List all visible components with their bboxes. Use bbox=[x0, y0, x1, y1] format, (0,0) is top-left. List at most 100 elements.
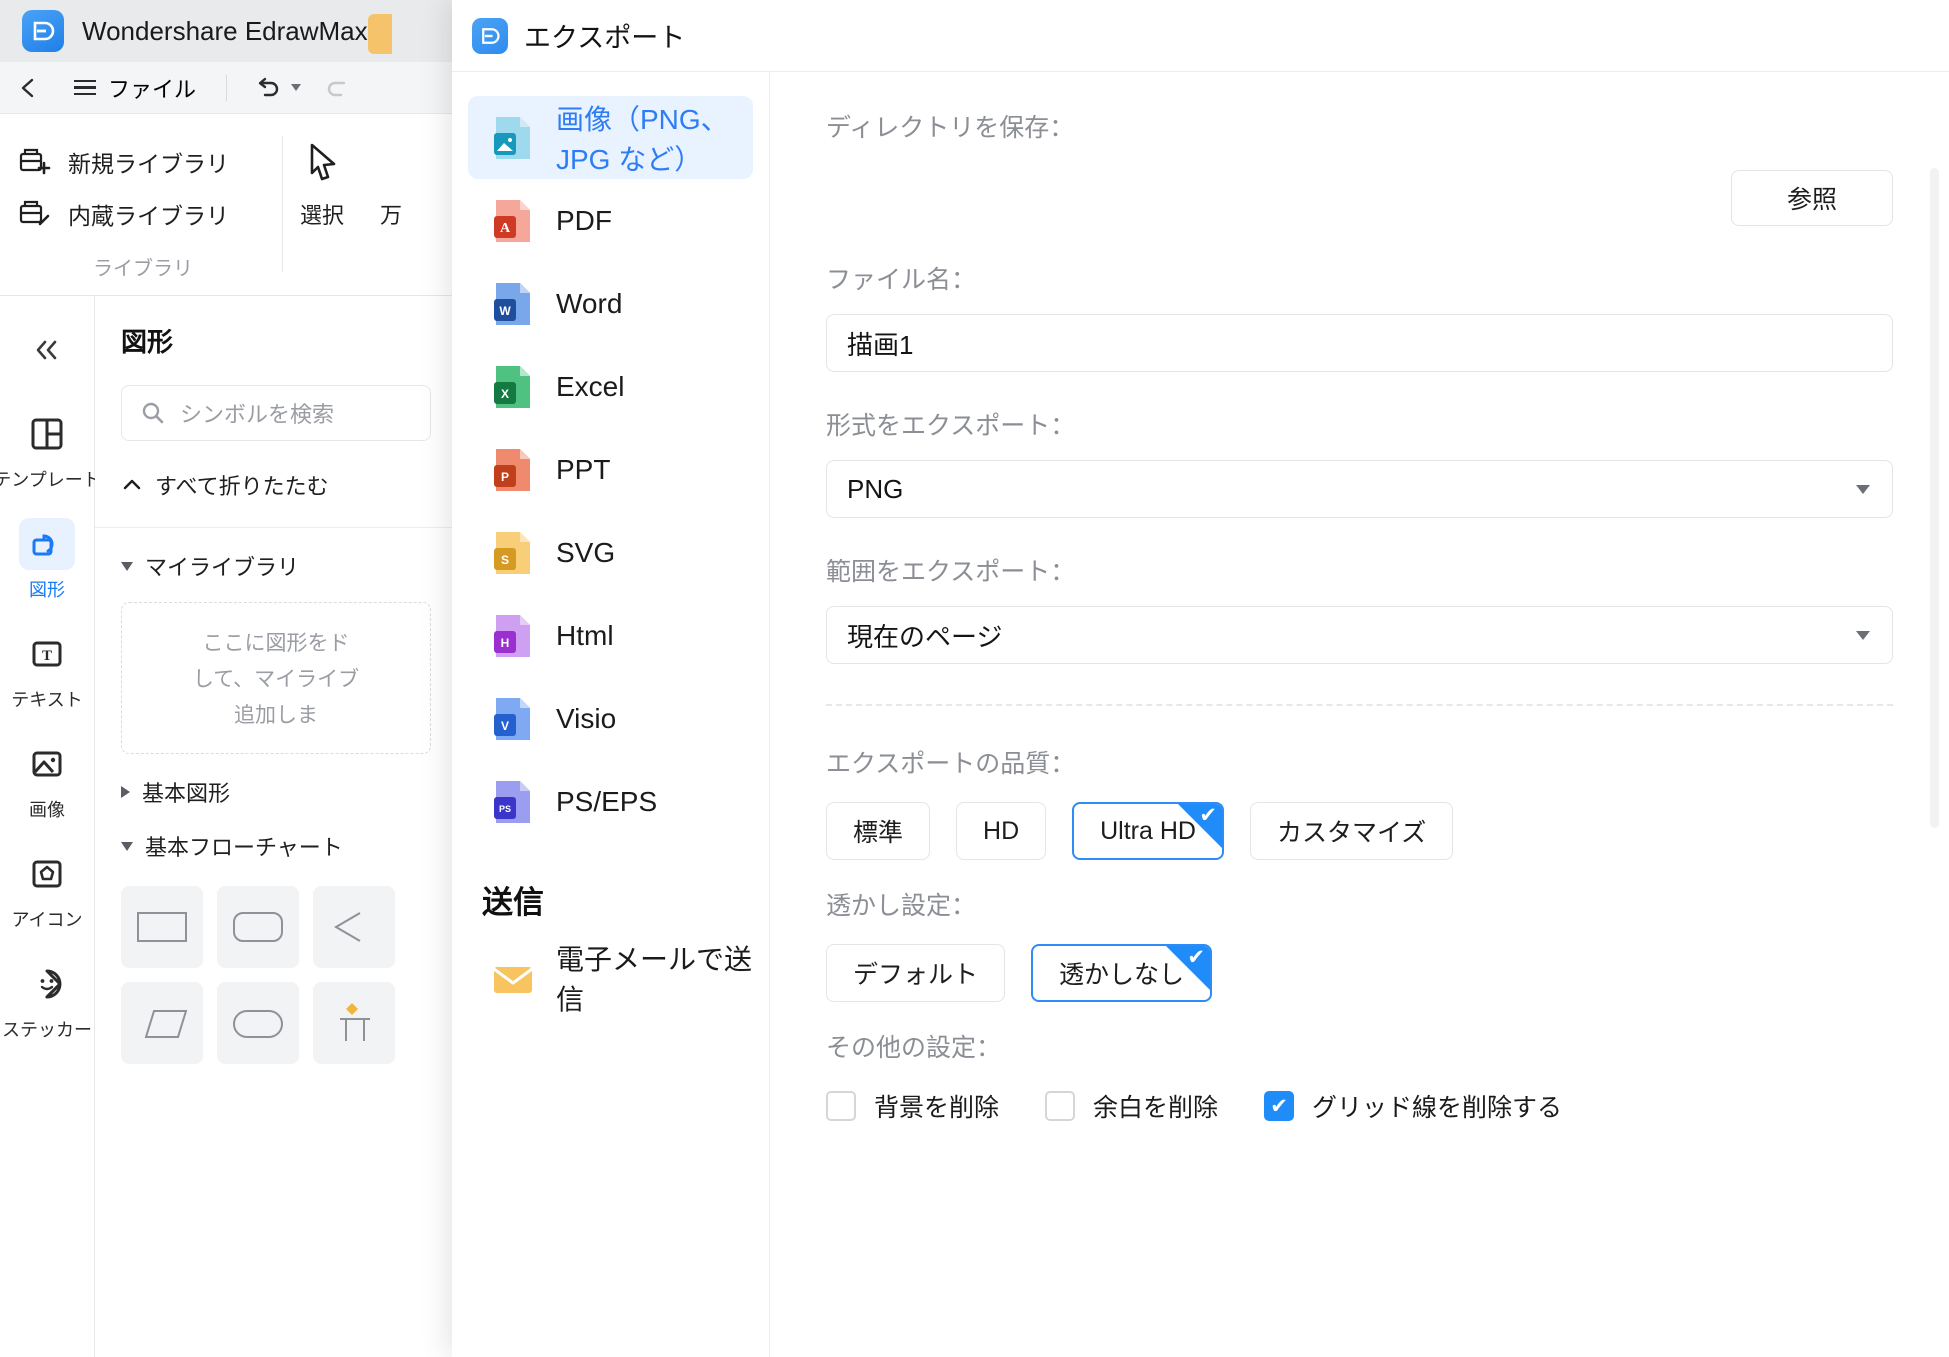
format-item-excel[interactable]: X Excel bbox=[468, 345, 753, 428]
file-name-value: 描画1 bbox=[847, 329, 914, 360]
checkbox-box bbox=[826, 1091, 856, 1121]
my-library-dropzone[interactable]: ここに図形をド して、マイライブ 追加しま bbox=[121, 602, 431, 754]
basic-flowchart-group[interactable]: 基本フローチャート bbox=[121, 830, 459, 862]
export-dialog: エクスポート 画像（PNG、JPG など） A PDF W Word X Exc… bbox=[452, 0, 1949, 1357]
checkbox-remove-gridlines-label: グリッド線を削除する bbox=[1312, 1094, 1563, 1122]
new-library-button[interactable]: 新規ライブラリ bbox=[18, 136, 282, 188]
rail-collapse-button[interactable] bbox=[0, 318, 95, 382]
sidebar-item-shapes[interactable]: 図形 bbox=[0, 518, 95, 602]
export-range-select[interactable]: 現在のページ bbox=[826, 606, 1893, 664]
pen-tool-button[interactable]: 万 bbox=[380, 140, 402, 230]
watermark-option-none[interactable]: 透かしなし ✔ bbox=[1031, 944, 1213, 1002]
shape-rectangle[interactable] bbox=[121, 886, 203, 968]
export-format-value: PNG bbox=[847, 473, 904, 504]
format-item-html[interactable]: H Html bbox=[468, 594, 753, 677]
template-icon bbox=[19, 408, 75, 460]
send-section-title: 送信 bbox=[482, 885, 544, 920]
watermark-option-default[interactable]: デフォルト bbox=[826, 944, 1006, 1002]
builtin-library-button[interactable]: 内蔵ライブラリ bbox=[18, 188, 282, 240]
document-tab[interactable] bbox=[368, 14, 392, 54]
sidebar-item-icon-label: アイコン bbox=[11, 910, 83, 930]
chevron-up-icon bbox=[123, 479, 141, 490]
format-item-svg[interactable]: S SVG bbox=[468, 511, 753, 594]
back-button[interactable] bbox=[0, 62, 58, 114]
export-dialog-header: エクスポート bbox=[452, 0, 1949, 72]
sticker-icon bbox=[19, 958, 75, 1010]
sidebar-item-icon[interactable]: アイコン bbox=[0, 848, 95, 932]
checkbox-remove-margin-label: 余白を削除 bbox=[1093, 1094, 1219, 1122]
format-item-ppt-label: PPT bbox=[556, 453, 611, 485]
double-chevron-left-icon bbox=[36, 340, 57, 360]
export-format-select[interactable]: PNG bbox=[826, 460, 1893, 518]
quick-access-toolbar: ファイル bbox=[0, 62, 460, 114]
image-file-icon bbox=[494, 116, 530, 159]
file-name-input[interactable]: 描画1 bbox=[826, 314, 1893, 372]
sidebar-item-image[interactable]: 画像 bbox=[0, 738, 95, 822]
redo-icon bbox=[327, 81, 346, 96]
redo-button[interactable] bbox=[313, 62, 365, 114]
file-menu-button[interactable]: ファイル bbox=[58, 72, 212, 104]
shape-arrow-left[interactable] bbox=[313, 886, 395, 968]
shape-stadium[interactable] bbox=[217, 982, 299, 1064]
shape-rounded-rectangle[interactable] bbox=[217, 886, 299, 968]
export-range-value: 現在のページ bbox=[847, 621, 1003, 652]
svg-text:PS: PS bbox=[499, 804, 511, 814]
shape-parallelogram[interactable] bbox=[121, 982, 203, 1064]
undo-button[interactable] bbox=[241, 75, 313, 101]
basic-shapes-group[interactable]: 基本図形 bbox=[121, 776, 459, 808]
format-item-word-label: Word bbox=[556, 287, 623, 319]
collapse-all-button[interactable]: すべて折りたたむ bbox=[121, 469, 459, 501]
library-group-caption: ライブラリ bbox=[93, 258, 193, 280]
basic-flowchart-label: 基本フローチャート bbox=[145, 835, 343, 860]
svg-file-icon: S bbox=[494, 531, 530, 574]
quality-option-hd[interactable]: HD bbox=[956, 802, 1047, 860]
checkbox-remove-background[interactable]: 背景を削除 bbox=[826, 1088, 999, 1124]
my-library-label: マイライブラリ bbox=[145, 555, 300, 580]
select-tool-button[interactable]: 選択 bbox=[300, 140, 344, 230]
sidebar-item-text[interactable]: T テキスト bbox=[0, 628, 95, 712]
selected-check-badge: ✔ bbox=[1177, 804, 1222, 848]
format-item-image[interactable]: 画像（PNG、JPG など） bbox=[468, 96, 753, 179]
svg-text:W: W bbox=[499, 304, 511, 318]
shapes-panel-title: 図形 bbox=[121, 327, 174, 357]
format-item-pseps[interactable]: PS PS/EPS bbox=[468, 760, 753, 843]
svg-text:T: T bbox=[42, 648, 52, 664]
chevron-down-icon bbox=[1856, 630, 1870, 640]
checkbox-remove-margin[interactable]: 余白を削除 bbox=[1045, 1088, 1218, 1124]
settings-scrollbar[interactable] bbox=[1930, 168, 1939, 828]
checkbox-remove-gridlines[interactable]: ✔ グリッド線を削除する bbox=[1264, 1088, 1562, 1124]
svg-text:H: H bbox=[501, 636, 510, 650]
chevron-down-icon bbox=[121, 561, 133, 571]
quality-option-ultra-hd[interactable]: Ultra HD ✔ bbox=[1072, 802, 1224, 860]
library-edit-icon bbox=[19, 200, 50, 226]
panel-divider bbox=[95, 527, 460, 528]
shape-connector[interactable] bbox=[313, 982, 395, 1064]
chevron-down-icon bbox=[1856, 484, 1870, 494]
ribbon-divider bbox=[282, 136, 283, 272]
email-icon bbox=[493, 967, 533, 993]
send-item-email[interactable]: 電子メールで送信 bbox=[468, 938, 753, 1018]
my-library-group[interactable]: マイライブラリ bbox=[121, 550, 459, 582]
other-settings-label: その他の設定： bbox=[826, 1034, 1002, 1062]
format-item-pdf[interactable]: A PDF bbox=[468, 179, 753, 262]
browse-button[interactable]: 参照 bbox=[1731, 170, 1893, 226]
image-icon bbox=[19, 738, 75, 790]
format-item-word[interactable]: W Word bbox=[468, 262, 753, 345]
sidebar-item-template[interactable]: テンプレート bbox=[0, 408, 101, 492]
quality-option-custom[interactable]: カスタマイズ bbox=[1249, 802, 1454, 860]
builtin-library-label: 内蔵ライブラリ bbox=[68, 203, 229, 229]
pseps-file-icon: PS bbox=[494, 780, 530, 823]
icon-icon bbox=[19, 848, 75, 900]
sidebar-item-image-label: 画像 bbox=[29, 800, 65, 820]
search-input[interactable]: シンボルを検索 bbox=[121, 385, 431, 441]
format-item-visio[interactable]: V Visio bbox=[468, 677, 753, 760]
quality-option-standard[interactable]: 標準 bbox=[826, 802, 931, 860]
format-item-excel-label: Excel bbox=[556, 370, 625, 402]
checkbox-remove-background-label: 背景を削除 bbox=[874, 1094, 1000, 1122]
svg-text:P: P bbox=[501, 470, 509, 484]
export-range-label: 範囲をエクスポート： bbox=[826, 558, 1076, 586]
selected-check-badge: ✔ bbox=[1166, 946, 1211, 990]
format-item-ppt[interactable]: P PPT bbox=[468, 428, 753, 511]
sidebar-item-sticker[interactable]: ステッカー bbox=[0, 958, 95, 1042]
export-quality-options: 標準 HD Ultra HD ✔ カスタマイズ bbox=[826, 802, 1893, 860]
